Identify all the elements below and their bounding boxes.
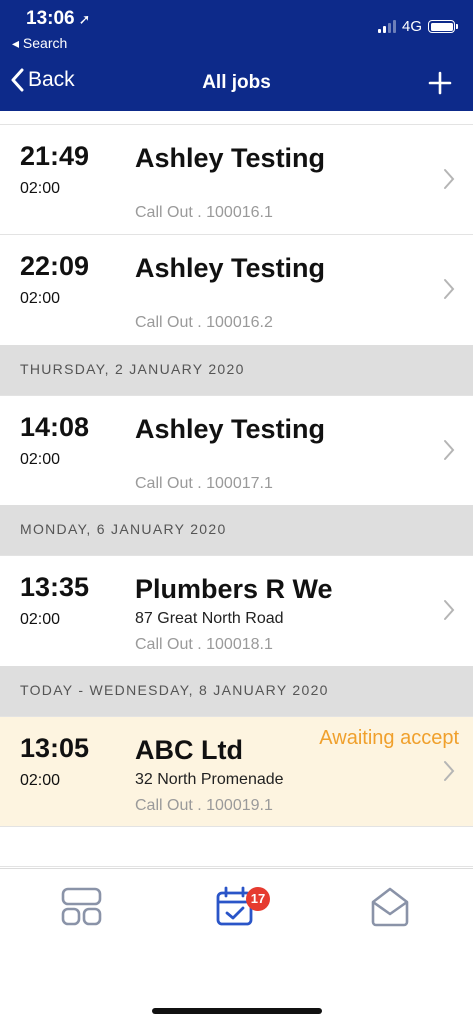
job-duration: 02:00 (20, 290, 61, 307)
chevron-right-icon (444, 600, 455, 620)
network-type: 4G (401, 18, 422, 35)
job-duration: 02:00 (20, 611, 61, 628)
job-customer: Ashley Testing (135, 253, 326, 283)
job-row[interactable]: 22:09 02:00 Ashley Testing Call Out . 10… (0, 234, 473, 344)
battery-icon (428, 20, 458, 33)
section-label: THURSDAY, 2 JANUARY 2020 (20, 361, 245, 377)
dashboard-icon (61, 887, 102, 926)
tab-messages[interactable] (369, 885, 413, 929)
home-indicator[interactable] (152, 1008, 322, 1014)
job-time: 21:49 (20, 141, 90, 171)
job-time: 13:35 (20, 572, 90, 602)
job-reference: Call Out . 100019.1 (135, 797, 273, 814)
job-time: 13:05 (20, 733, 90, 763)
job-reference: Call Out . 100016.1 (135, 204, 273, 221)
back-button[interactable]: Back (10, 68, 75, 92)
chevron-right-icon (444, 169, 455, 189)
chevron-right-icon (444, 761, 455, 781)
divider (0, 826, 473, 827)
divider (0, 866, 473, 867)
job-customer: Ashley Testing (135, 143, 326, 173)
date-section-header: THURSDAY, 2 JANUARY 2020 (0, 345, 473, 395)
chevron-left-icon (11, 68, 24, 92)
back-label: Back (28, 68, 75, 91)
date-section-header: TODAY - WEDNESDAY, 8 JANUARY 2020 (0, 666, 473, 716)
date-section-header: MONDAY, 6 JANUARY 2020 (0, 505, 473, 555)
back-to-search-link[interactable]: ◂ Search (12, 35, 67, 52)
tab-bar: 17 (0, 868, 473, 1024)
section-label: TODAY - WEDNESDAY, 8 JANUARY 2020 (20, 682, 329, 698)
job-customer: ABC Ltd (135, 735, 243, 765)
chevron-right-icon (444, 279, 455, 299)
status-indicators: 4G (377, 18, 458, 35)
job-row[interactable]: 14:08 02:00 Ashley Testing Call Out . 10… (0, 395, 473, 505)
job-time: 22:09 (20, 251, 90, 281)
job-time: 14:08 (20, 412, 90, 442)
add-job-button[interactable] (427, 70, 453, 96)
signal-icon (377, 20, 396, 33)
job-row[interactable]: 13:35 02:00 Plumbers R We 87 Great North… (0, 555, 473, 665)
job-duration: 02:00 (20, 772, 61, 789)
job-reference: Call Out . 100016.2 (135, 314, 273, 331)
tab-dashboard[interactable] (60, 885, 104, 929)
list-top-spacer (0, 111, 473, 124)
location-icon: ➚ (78, 11, 91, 27)
job-reference: Call Out . 100018.1 (135, 636, 273, 653)
job-customer: Ashley Testing (135, 414, 326, 444)
status-time: 13:06 ➚ (26, 8, 90, 30)
header: 13:06 ➚ ◂ Search 4G Back All jobs (0, 0, 473, 111)
job-reference: Call Out . 100017.1 (135, 475, 273, 492)
job-duration: 02:00 (20, 180, 61, 197)
job-row-pending[interactable]: 13:05 02:00 ABC Ltd Awaiting accept 32 N… (0, 716, 473, 826)
clock: 13:06 (26, 8, 75, 29)
job-row[interactable]: 21:49 02:00 Ashley Testing Call Out . 10… (0, 124, 473, 234)
job-customer: Plumbers R We (135, 574, 333, 604)
job-status-badge: Awaiting accept (319, 727, 459, 749)
job-address: 87 Great North Road (135, 610, 284, 627)
notification-badge: 17 (246, 887, 270, 911)
section-label: MONDAY, 6 JANUARY 2020 (20, 521, 227, 537)
job-address: 32 North Promenade (135, 771, 284, 788)
job-duration: 02:00 (20, 451, 61, 468)
chevron-right-icon (444, 440, 455, 460)
plus-icon (428, 71, 452, 95)
mail-icon (371, 887, 409, 927)
